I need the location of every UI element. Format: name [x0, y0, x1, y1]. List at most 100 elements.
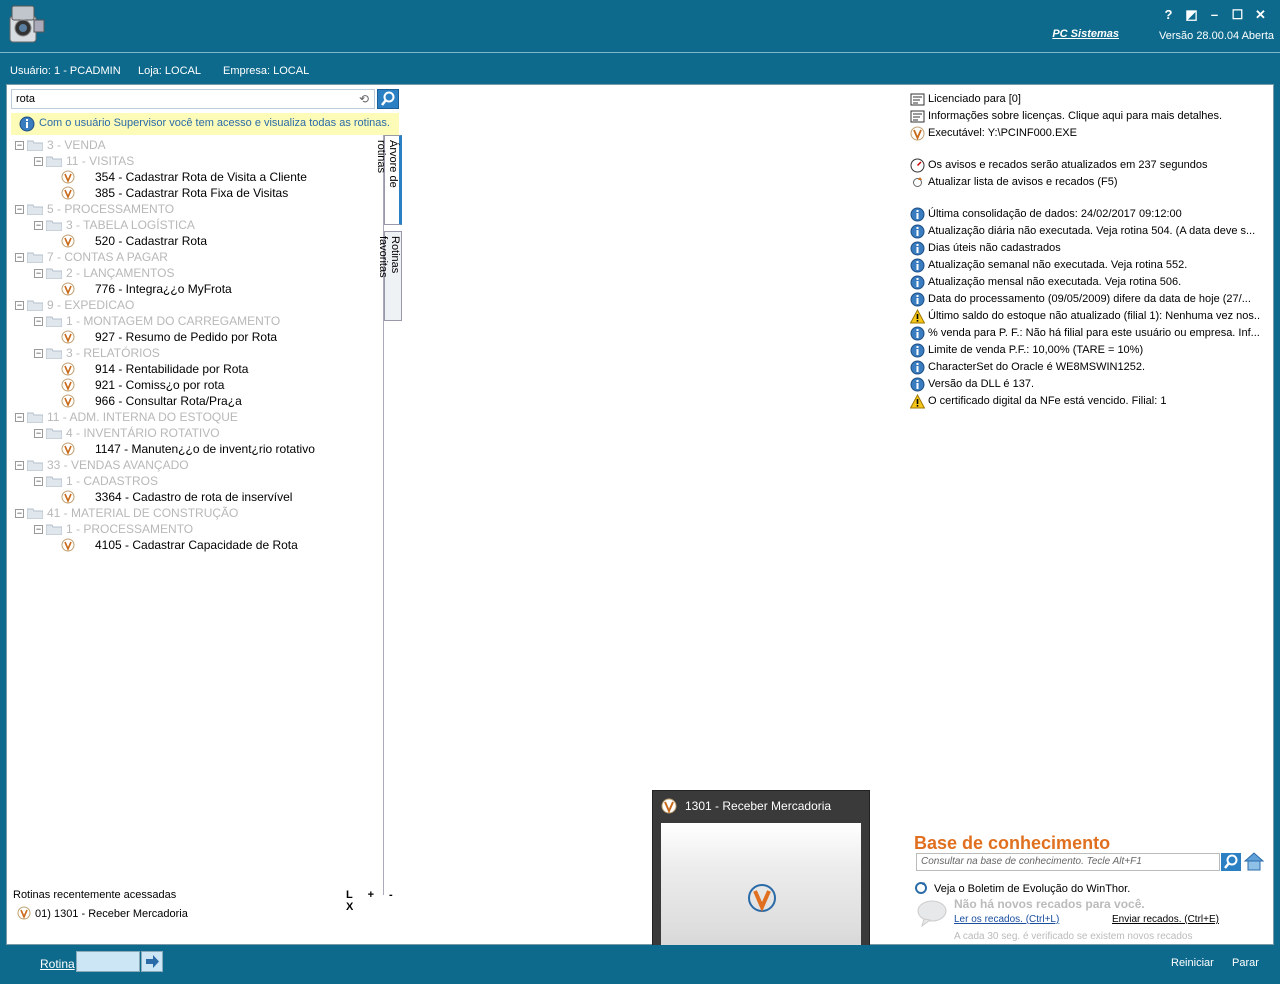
tree-routine-row[interactable]: 914 - Rentabilidade por Rota	[13, 361, 383, 377]
notice-text: Data do processamento (09/05/2009) difer…	[928, 293, 1251, 305]
notice-row[interactable]: Informações sobre licenças. Clique aqui …	[910, 108, 1260, 125]
help-button[interactable]: ?	[1157, 6, 1180, 24]
collapse-toggle[interactable]: −	[34, 525, 43, 534]
tree-folder-row[interactable]: − 9 - EXPEDICAO	[13, 297, 383, 313]
tree-routine-row[interactable]: 520 - Cadastrar Rota	[13, 233, 383, 249]
notice-row[interactable]: Limite de venda P.F.: 10,00% (TARE = 10%…	[910, 342, 1260, 359]
notice-row[interactable]: Versão da DLL é 137.	[910, 376, 1260, 393]
read-messages-link[interactable]: Ler os recados. (Ctrl+L)	[954, 914, 1059, 925]
tree-folder-row[interactable]: − 41 - MATERIAL DE CONSTRUÇÃO	[13, 505, 383, 521]
notice-row[interactable]: % venda para P. F.: Não há filial para e…	[910, 325, 1260, 342]
tree-routine-row[interactable]: 966 - Consultar Rota/Pra¿a	[13, 393, 383, 409]
notice-row[interactable]: CharacterSet do Oracle é WE8MSWIN1252.	[910, 359, 1260, 376]
tree-folder-row[interactable]: − 3 - RELATÓRIOS	[13, 345, 383, 361]
collapse-toggle[interactable]: −	[34, 317, 43, 326]
collapse-toggle[interactable]: −	[15, 141, 24, 150]
tree-folder-row[interactable]: − 5 - PROCESSAMENTO	[13, 201, 383, 217]
left-pane: rota ⟲ Com o usuário Supervisor você tem…	[7, 85, 402, 945]
notice-row[interactable]: Licenciado para [0]	[910, 91, 1260, 108]
winthor-icon	[61, 362, 75, 376]
winthor-icon	[61, 282, 75, 296]
folder-icon	[27, 460, 43, 471]
check-interval-label: A cada 30 seg. é verificado se existem n…	[954, 931, 1193, 942]
tree-folder-row[interactable]: − 1 - PROCESSAMENTO	[13, 521, 383, 537]
tree-folder-label: 33 - VENDAS AVANÇADO	[47, 458, 189, 472]
tree-routine-row[interactable]: 3364 - Cadastro de rota de inservível	[13, 489, 383, 505]
tree-folder-row[interactable]: − 3 - TABELA LOGÍSTICA	[13, 217, 383, 233]
tree-folder-label: 11 - VISITAS	[66, 154, 135, 168]
notice-row[interactable]: Último saldo do estoque não atualizado (…	[910, 308, 1260, 325]
routine-search-input[interactable]: rota	[11, 89, 375, 109]
search-button[interactable]	[377, 89, 399, 109]
reiniciar-button[interactable]: Reiniciar	[1171, 957, 1214, 969]
collapse-toggle[interactable]: −	[15, 205, 24, 214]
tree-routine-row[interactable]: 4105 - Cadastrar Capacidade de Rota	[13, 537, 383, 553]
notice-row[interactable]: Atualizar lista de avisos e recados (F5)	[910, 174, 1260, 191]
tab-arvore-de-rotinas[interactable]: Árvore de rotinas	[375, 135, 402, 225]
tree-folder-label: 3 - VENDA	[47, 138, 106, 152]
notice-row[interactable]: Atualização semanal não executada. Veja …	[910, 257, 1260, 274]
restore-view-button[interactable]: ◩	[1180, 6, 1203, 24]
maximize-button[interactable]: ☐	[1226, 6, 1249, 24]
tree-folder-row[interactable]: − 1 - MONTAGEM DO CARREGAMENTO	[13, 313, 383, 329]
tree-routine-label: 385 - Cadastrar Rota Fixa de Visitas	[95, 186, 289, 200]
tree-routine-row[interactable]: 921 - Comiss¿o por rota	[13, 377, 383, 393]
collapse-toggle[interactable]: −	[34, 349, 43, 358]
tree-folder-row[interactable]: − 1 - CADASTROS	[13, 473, 383, 489]
collapse-toggle[interactable]: −	[34, 221, 43, 230]
tree-routine-row[interactable]: 927 - Resumo de Pedido por Rota	[13, 329, 383, 345]
send-messages-link[interactable]: Enviar recados. (Ctrl+E)	[1112, 914, 1219, 925]
tree-folder-row[interactable]: − 11 - ADM. INTERNA DO ESTOQUE	[13, 409, 383, 425]
close-button[interactable]: ✕	[1249, 6, 1272, 24]
tree-routine-label: 520 - Cadastrar Rota	[95, 234, 208, 248]
collapse-toggle[interactable]: −	[34, 157, 43, 166]
winthor-icon	[61, 490, 75, 504]
tree-folder-row[interactable]: − 7 - CONTAS A PAGAR	[13, 249, 383, 265]
parar-button[interactable]: Parar	[1232, 957, 1259, 969]
knowledge-base-search-input[interactable]: Consultar na base de conhecimento. Tecle…	[916, 853, 1220, 871]
tree-folder-row[interactable]: − 2 - LANÇAMENTOS	[13, 265, 383, 281]
notice-row[interactable]: Atualização diária não executada. Veja r…	[910, 223, 1260, 240]
brand-link[interactable]: PC Sistemas	[1052, 28, 1119, 40]
go-button[interactable]	[141, 951, 163, 972]
notices-panel: Licenciado para [0] Informações sobre lic…	[910, 91, 1260, 410]
notice-row[interactable]: Data do processamento (09/05/2009) difer…	[910, 291, 1260, 308]
collapse-toggle[interactable]: −	[15, 253, 24, 262]
notice-row[interactable]: Dias úteis não cadastrados	[910, 240, 1260, 257]
tree-folder-row[interactable]: − 11 - VISITAS	[13, 153, 383, 169]
collapse-toggle[interactable]: −	[15, 509, 24, 518]
undo-icon[interactable]: ⟲	[359, 93, 373, 105]
notice-row[interactable]: O certificado digital da NFe está vencid…	[910, 393, 1260, 410]
notice-row[interactable]: Atualização mensal não executada. Veja r…	[910, 274, 1260, 291]
tree-folder-row[interactable]: − 4 - INVENTÁRIO ROTATIVO	[13, 425, 383, 441]
collapse-toggle[interactable]: −	[34, 429, 43, 438]
knowledge-base-search-button[interactable]	[1221, 853, 1241, 871]
collapse-toggle[interactable]: −	[15, 301, 24, 310]
collapse-toggle[interactable]: −	[15, 461, 24, 470]
notice-row[interactable]: Última consolidação de dados: 24/02/2017…	[910, 206, 1260, 223]
tree-routine-row[interactable]: 776 - Integra¿¿o MyFrota	[13, 281, 383, 297]
notice-row[interactable]: Os avisos e recados serão atualizados em…	[910, 157, 1260, 174]
boletim-label: Veja o Boletim de Evolução do WinThor.	[934, 883, 1131, 895]
tree-folder-row[interactable]: − 33 - VENDAS AVANÇADO	[13, 457, 383, 473]
minimize-button[interactable]: –	[1203, 6, 1226, 24]
tree-folder-row[interactable]: − 3 - VENDA	[13, 137, 383, 153]
tree-routine-row[interactable]: 385 - Cadastrar Rota Fixa de Visitas	[13, 185, 383, 201]
collapse-toggle[interactable]: −	[34, 477, 43, 486]
tab-rotinas-favoritas[interactable]: Rotinas favoritas	[377, 231, 402, 321]
rotina-input[interactable]	[76, 951, 140, 972]
collapse-toggle[interactable]: −	[15, 413, 24, 422]
winthor-icon	[61, 186, 75, 200]
tree-routine-label: 966 - Consultar Rota/Pra¿a	[95, 394, 242, 408]
info-icon	[910, 275, 925, 290]
notice-row[interactable]: Executável: Y:\PCINF000.EXE	[910, 125, 1260, 142]
home-icon[interactable]	[1243, 851, 1265, 871]
boletim-row[interactable]: Veja o Boletim de Evolução do WinThor.	[914, 881, 1130, 895]
collapse-toggle[interactable]: −	[34, 269, 43, 278]
recent-routine-item[interactable]: 01) 1301 - Receber Mercadoria	[17, 906, 188, 920]
recent-routines-actions[interactable]: L + - X	[346, 889, 401, 913]
winthor-icon	[61, 234, 75, 248]
tree-routine-row[interactable]: 354 - Cadastrar Rota de Visita a Cliente	[13, 169, 383, 185]
tree-routine-row[interactable]: 1147 - Manuten¿¿o de invent¿rio rotativo	[13, 441, 383, 457]
folder-icon	[46, 476, 62, 487]
